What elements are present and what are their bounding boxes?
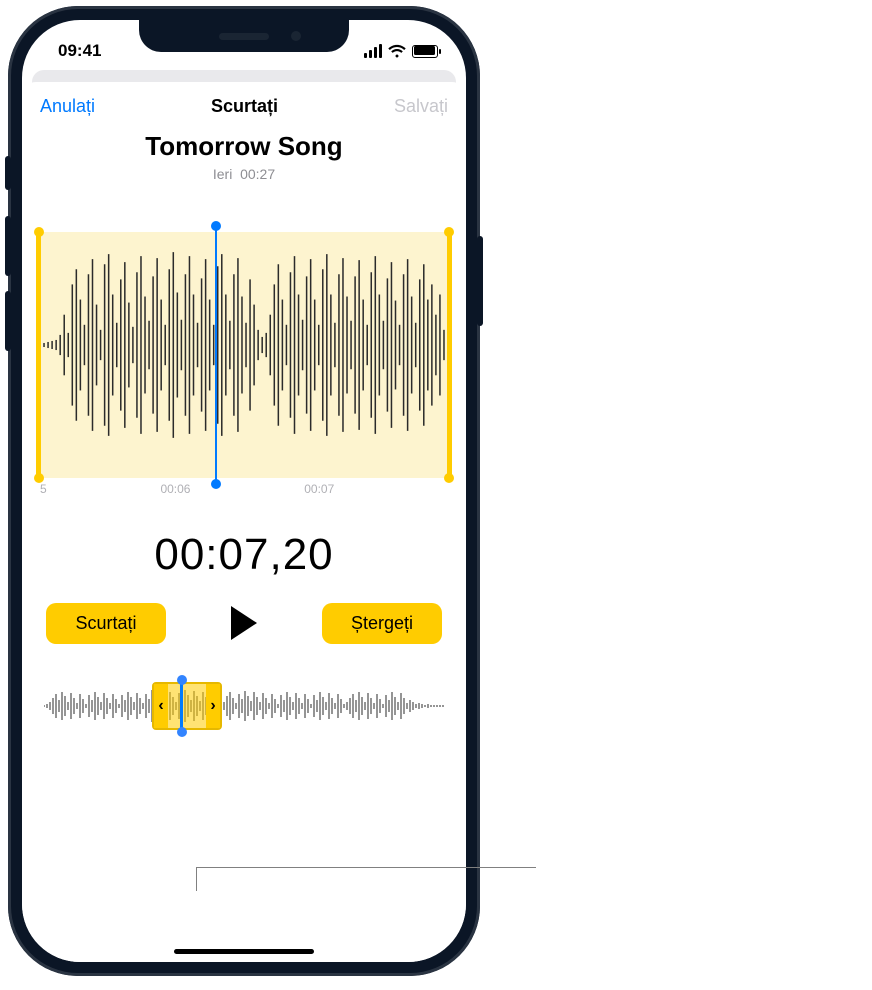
volume-up-button [5, 216, 11, 276]
waveform-editor[interactable]: 5 00:06 00:07 [36, 232, 452, 502]
tick-label: 00:06 [160, 482, 190, 502]
chevron-left-icon: ‹ [158, 697, 163, 715]
timecode: 00:07,20 [22, 530, 466, 580]
wifi-icon [388, 44, 406, 58]
chevron-right-icon: › [210, 697, 215, 715]
side-button [5, 156, 11, 190]
play-button[interactable] [219, 598, 269, 648]
battery-icon [412, 45, 438, 58]
cellular-icon [364, 44, 382, 58]
trim-handle-start-top[interactable] [34, 227, 44, 237]
delete-button[interactable]: Ștergeți [322, 603, 442, 644]
callout-line [196, 867, 197, 891]
play-icon [227, 604, 261, 642]
recording-date: Ieri [213, 166, 232, 182]
overview-playhead[interactable] [180, 680, 183, 732]
playhead[interactable] [215, 226, 217, 484]
overview-handle-right[interactable]: › [206, 684, 220, 728]
save-button[interactable]: Salvați [394, 96, 448, 117]
recording-meta: Ieri 00:27 [22, 166, 466, 182]
trim-sheet: Anulați Scurtați Salvați Tomorrow Song I… [22, 82, 466, 962]
time-ruler: 5 00:06 00:07 [36, 482, 452, 502]
recording-title: Tomorrow Song [22, 131, 466, 162]
cancel-button[interactable]: Anulați [40, 96, 95, 117]
phone-frame: 09:41 Anulați Scurtați Salvați [8, 6, 480, 976]
overview-waveform [44, 688, 444, 724]
overview-track[interactable]: ‹ › [44, 682, 444, 730]
trim-handle-end-top[interactable] [444, 227, 454, 237]
waveform-graphic [42, 244, 446, 446]
home-indicator[interactable] [174, 949, 314, 954]
playhead-dot-top [211, 221, 221, 231]
controls-row: Scurtați Ștergeți [22, 580, 466, 648]
tick-label: 5 [40, 482, 47, 502]
overview-handle-left[interactable]: ‹ [154, 684, 168, 728]
status-time: 09:41 [58, 41, 101, 61]
callout-line [196, 867, 536, 868]
nav-bar: Anulați Scurtați Salvați [22, 82, 466, 123]
trim-button[interactable]: Scurtați [46, 603, 166, 644]
recording-duration: 00:27 [240, 166, 275, 182]
screen: 09:41 Anulați Scurtați Salvați [22, 20, 466, 962]
volume-down-button [5, 291, 11, 351]
overview-selection[interactable]: ‹ › [152, 682, 222, 730]
notch [139, 20, 349, 52]
tick-label: 00:07 [304, 482, 334, 502]
nav-title: Scurtați [211, 96, 278, 117]
power-button [477, 236, 483, 326]
status-right [364, 44, 438, 58]
